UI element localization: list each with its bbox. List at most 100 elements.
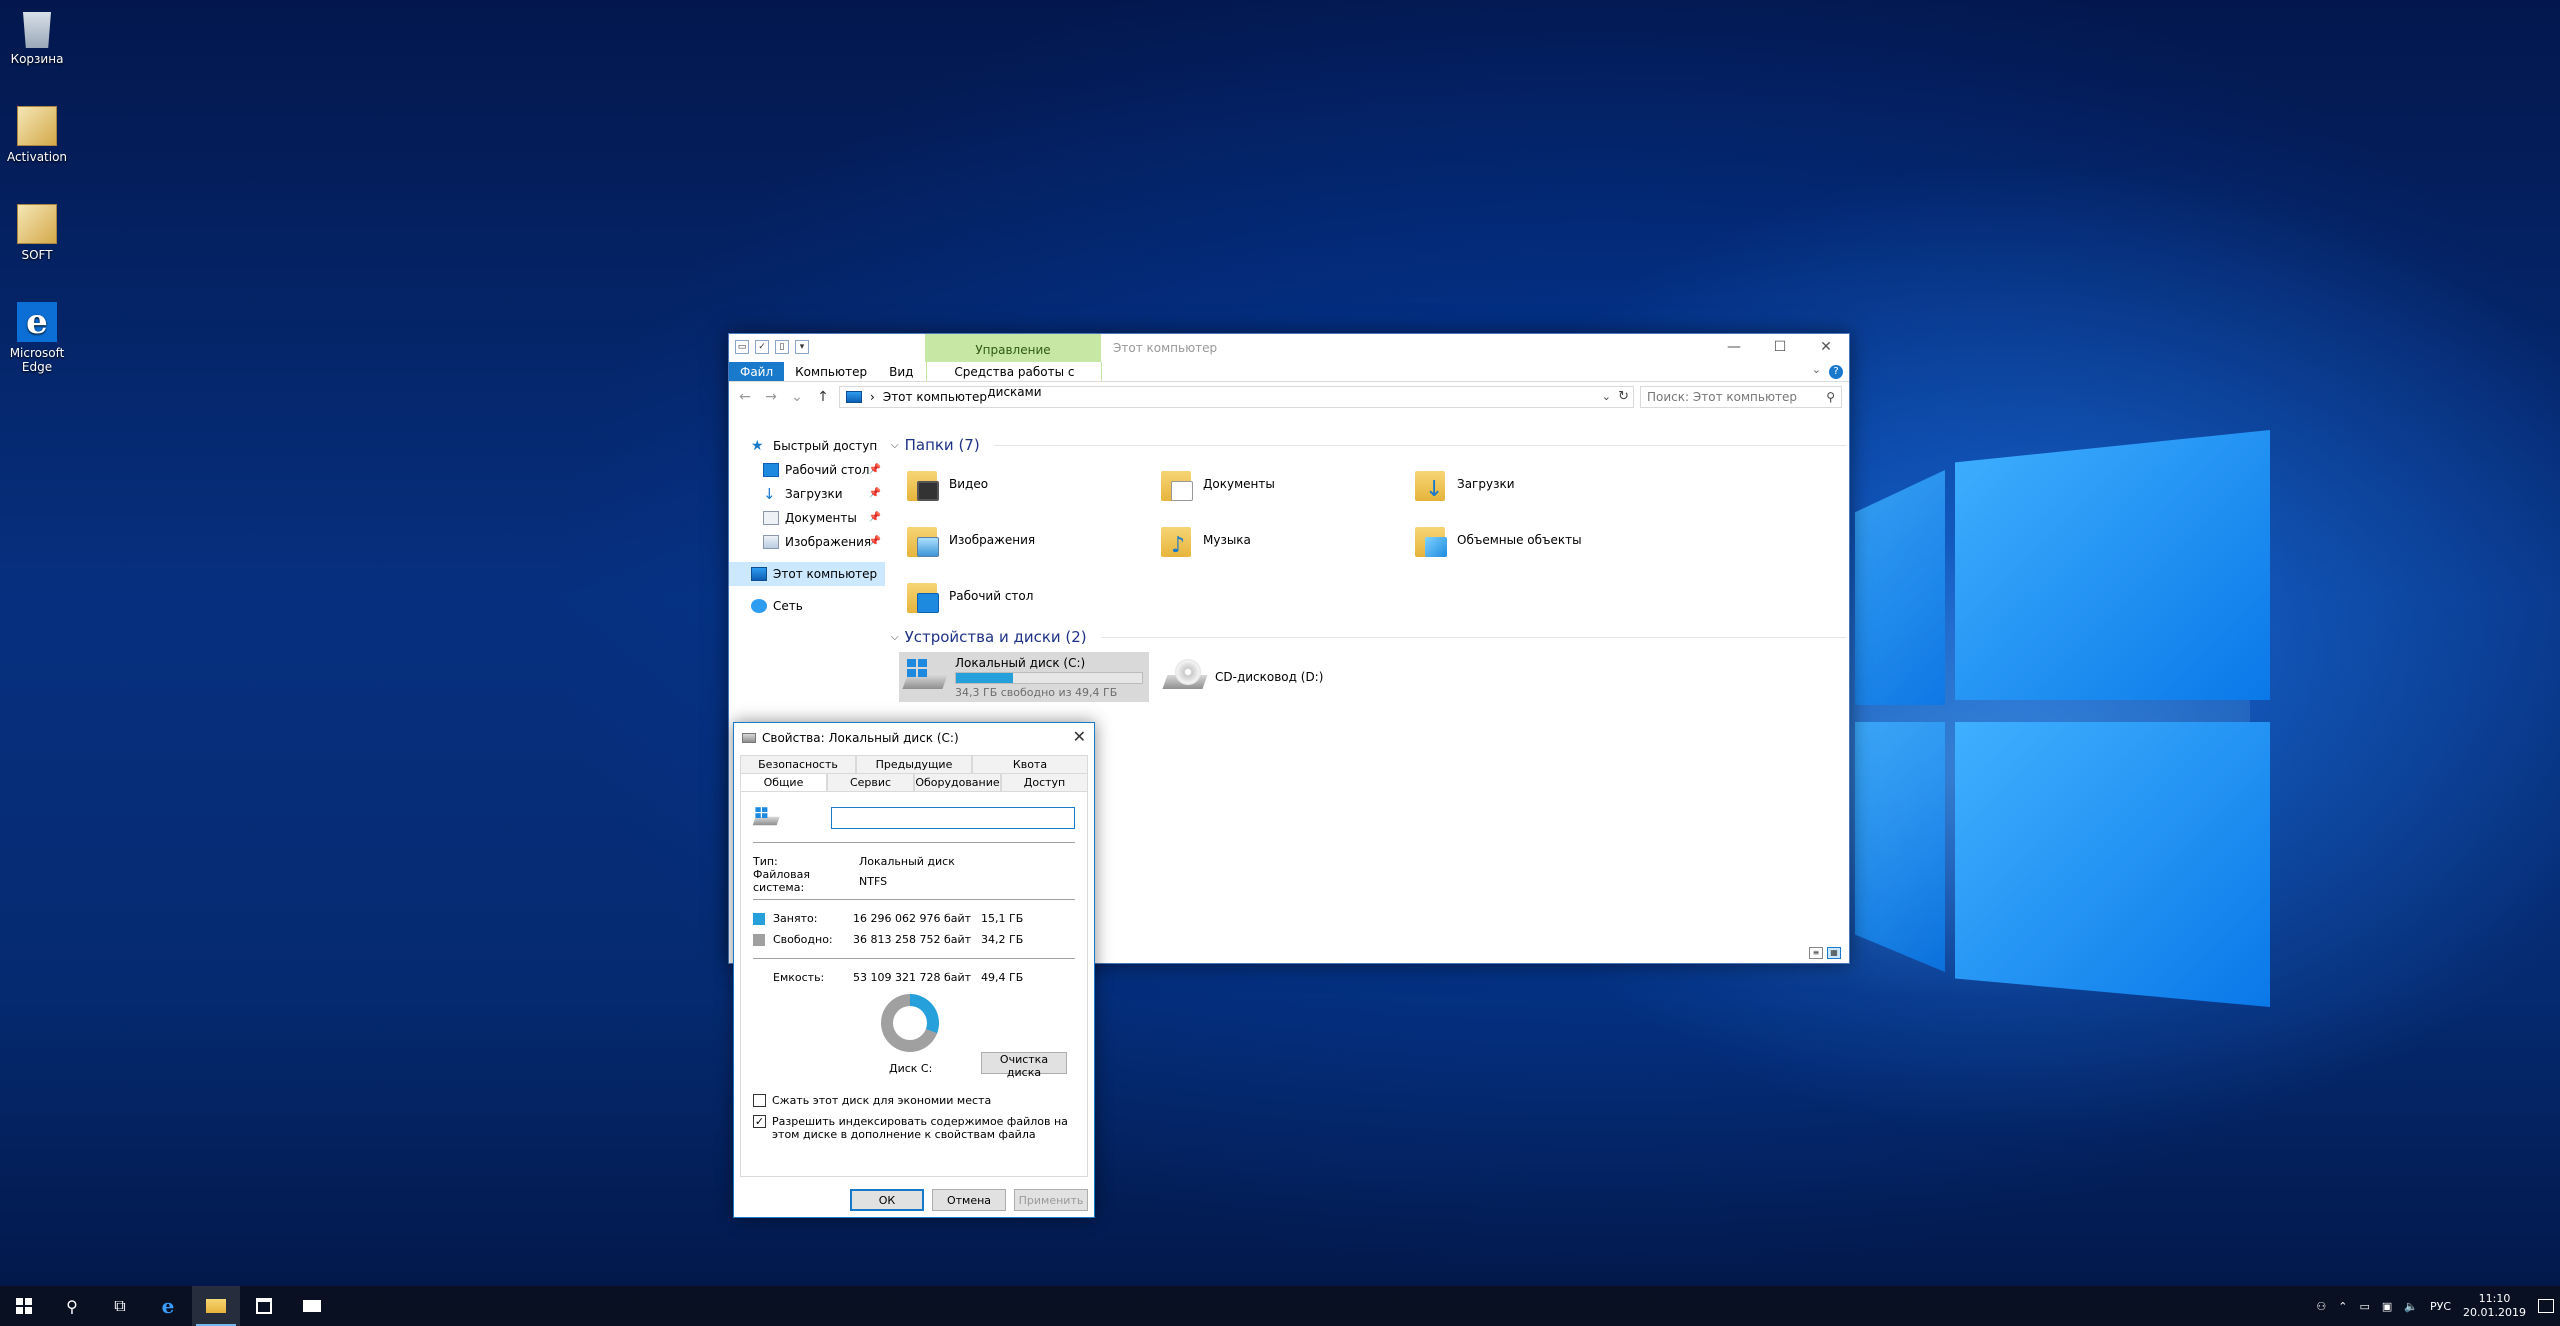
- details-view-icon[interactable]: ≡: [1809, 947, 1823, 959]
- checkbox-box[interactable]: [753, 1094, 766, 1107]
- folder-label: Загрузки: [1457, 477, 1515, 491]
- sidebar-item-quick-access[interactable]: ★ Быстрый доступ: [729, 434, 885, 458]
- taskbar-explorer[interactable]: [192, 1286, 240, 1326]
- volume-label-input[interactable]: [830, 807, 1075, 829]
- folders-group-header[interactable]: ⌵ Папки (7): [891, 434, 1847, 456]
- folder-tile-pictures[interactable]: Изображения: [907, 512, 1161, 568]
- sidebar-item-downloads[interactable]: ↓ Загрузки 📌: [729, 482, 885, 506]
- sidebar-item-pictures[interactable]: Изображения 📌: [729, 530, 885, 554]
- folder-label: Объемные объекты: [1457, 533, 1582, 547]
- desktop-icon-label: Корзина: [10, 52, 64, 66]
- search-button[interactable]: ⚲: [48, 1286, 96, 1326]
- tab-hardware[interactable]: Оборудование: [914, 773, 1001, 791]
- free-space-label: Свободно:: [773, 933, 833, 946]
- type-label: Тип:: [753, 854, 778, 868]
- people-icon[interactable]: ⚇: [2316, 1300, 2326, 1313]
- ok-button[interactable]: ОК: [850, 1189, 924, 1211]
- pin-icon[interactable]: 📌: [869, 458, 881, 482]
- notifications-icon[interactable]: [2538, 1299, 2554, 1313]
- language-indicator[interactable]: РУС: [2430, 1300, 2451, 1313]
- desktop-icon-activation[interactable]: Activation: [6, 106, 68, 164]
- sidebar-item-documents[interactable]: Документы 📌: [729, 506, 885, 530]
- explorer-titlebar[interactable]: ▭ ✓ ▯ ▾ Управление Этот компьютер — ☐ ✕: [729, 334, 1849, 362]
- allow-indexing-checkbox[interactable]: ✓ Разрешить индексировать содержимое фай…: [753, 1115, 1073, 1141]
- back-arrow-icon[interactable]: ←: [735, 389, 755, 405]
- network-icon[interactable]: ▣: [2382, 1300, 2392, 1313]
- tab-security[interactable]: Безопасность: [740, 755, 856, 773]
- recent-chevron-icon[interactable]: ⌄: [787, 389, 807, 405]
- chevron-down-icon[interactable]: ⌵: [891, 632, 899, 643]
- sidebar-item-label: Документы: [785, 511, 857, 525]
- capacity-label: Емкость:: [773, 971, 825, 984]
- properties-qat-icon[interactable]: ✓: [755, 340, 769, 354]
- tab-view[interactable]: Вид: [878, 362, 924, 381]
- folder-tile-music[interactable]: ♪ Музыка: [1161, 512, 1415, 568]
- devices-group-header[interactable]: ⌵ Устройства и диски (2): [891, 626, 1847, 648]
- taskbar-store[interactable]: [240, 1286, 288, 1326]
- new-folder-qat-icon[interactable]: ▯: [775, 340, 789, 354]
- dialog-tab-row-front: Общие Сервис Оборудование Доступ: [740, 773, 1088, 791]
- start-button[interactable]: [0, 1286, 48, 1326]
- compress-drive-checkbox[interactable]: Сжать этот диск для экономии места: [753, 1094, 1073, 1107]
- sidebar-item-label: Изображения: [785, 535, 872, 549]
- folder-tile-desktop[interactable]: Рабочий стол: [907, 568, 1161, 624]
- pictures-folder-icon: [907, 521, 941, 559]
- dialog-titlebar[interactable]: Свойства: Локальный диск (C:) ✕: [734, 723, 1094, 753]
- wallpaper-logo-pane: [1955, 430, 2270, 700]
- chevron-up-icon[interactable]: ⌃: [2338, 1300, 2347, 1313]
- address-bar[interactable]: › Этот компьютер ⌄ ↻: [839, 386, 1634, 408]
- desktop-icon-recycle-bin[interactable]: Корзина: [6, 8, 68, 66]
- folder-tile-video[interactable]: Видео: [907, 456, 1161, 512]
- up-arrow-icon[interactable]: ↑: [813, 389, 833, 405]
- tab-previous-versions[interactable]: Предыдущие версии: [856, 755, 972, 788]
- cancel-button[interactable]: Отмена: [932, 1189, 1006, 1211]
- address-dropdown-icon[interactable]: ⌄: [1602, 390, 1611, 403]
- breadcrumb[interactable]: Этот компьютер: [883, 390, 987, 404]
- tab-tools[interactable]: Сервис: [827, 773, 914, 791]
- desktop-icon-soft[interactable]: SOFT: [6, 204, 68, 262]
- forward-arrow-icon[interactable]: →: [761, 389, 781, 405]
- tab-quota[interactable]: Квота: [972, 755, 1088, 773]
- volume-icon[interactable]: 🔈: [2404, 1300, 2418, 1313]
- clock[interactable]: 11:10 20.01.2019: [2463, 1292, 2526, 1320]
- minimize-icon[interactable]: —: [1711, 334, 1757, 362]
- help-icon[interactable]: ?: [1829, 365, 1843, 379]
- sidebar-item-network[interactable]: Сеть: [729, 594, 885, 618]
- tab-file[interactable]: Файл: [729, 362, 785, 381]
- task-view-button[interactable]: ⧉: [96, 1286, 144, 1326]
- folder-tile-documents[interactable]: Документы: [1161, 456, 1415, 512]
- used-space-gb: 15,1 ГБ: [981, 912, 1024, 925]
- disk-cleanup-button[interactable]: Очистка диска: [981, 1052, 1067, 1079]
- refresh-icon[interactable]: ↻: [1618, 389, 1629, 404]
- battery-icon[interactable]: ▭: [2359, 1300, 2369, 1313]
- search-input[interactable]: Поиск: Этот компьютер ⚲: [1640, 386, 1842, 408]
- tab-computer[interactable]: Компьютер: [784, 362, 878, 381]
- sidebar-item-this-pc[interactable]: Этот компьютер: [729, 562, 885, 586]
- sidebar-item-desktop[interactable]: Рабочий стол 📌: [729, 458, 885, 482]
- tiles-view-icon[interactable]: ▦: [1827, 947, 1841, 959]
- close-icon[interactable]: ✕: [1073, 727, 1086, 746]
- desktop-icon-edge[interactable]: e Microsoft Edge: [6, 302, 68, 374]
- chevron-down-icon[interactable]: ⌄: [1812, 363, 1821, 376]
- taskbar-edge[interactable]: e: [144, 1286, 192, 1326]
- drive-tile-c[interactable]: Локальный диск (C:) 34,3 ГБ свободно из …: [899, 652, 1149, 702]
- apply-button[interactable]: Применить: [1014, 1189, 1088, 1211]
- folder-label: Рабочий стол: [949, 589, 1034, 603]
- checkbox-box[interactable]: ✓: [753, 1115, 766, 1128]
- drive-tile-d[interactable]: CD-дисковод (D:): [1159, 652, 1409, 702]
- pin-icon[interactable]: 📌: [869, 506, 881, 530]
- folder-tile-3d-objects[interactable]: Объемные объекты: [1415, 512, 1669, 568]
- tab-drive-tools[interactable]: Средства работы с дисками: [926, 362, 1103, 399]
- folder-tile-downloads[interactable]: ↓ Загрузки: [1415, 456, 1669, 512]
- tab-sharing[interactable]: Доступ: [1001, 773, 1088, 791]
- qat-customize-icon[interactable]: ▾: [795, 340, 809, 354]
- pin-icon[interactable]: 📌: [869, 482, 881, 506]
- pin-icon[interactable]: 📌: [869, 530, 881, 554]
- close-icon[interactable]: ✕: [1803, 334, 1849, 362]
- hard-drive-icon: [902, 657, 948, 697]
- maximize-icon[interactable]: ☐: [1757, 334, 1803, 362]
- taskbar-mail[interactable]: [288, 1286, 336, 1326]
- downloads-folder-icon: ↓: [1415, 465, 1449, 503]
- tab-general[interactable]: Общие: [740, 773, 827, 791]
- chevron-down-icon[interactable]: ⌵: [891, 440, 899, 451]
